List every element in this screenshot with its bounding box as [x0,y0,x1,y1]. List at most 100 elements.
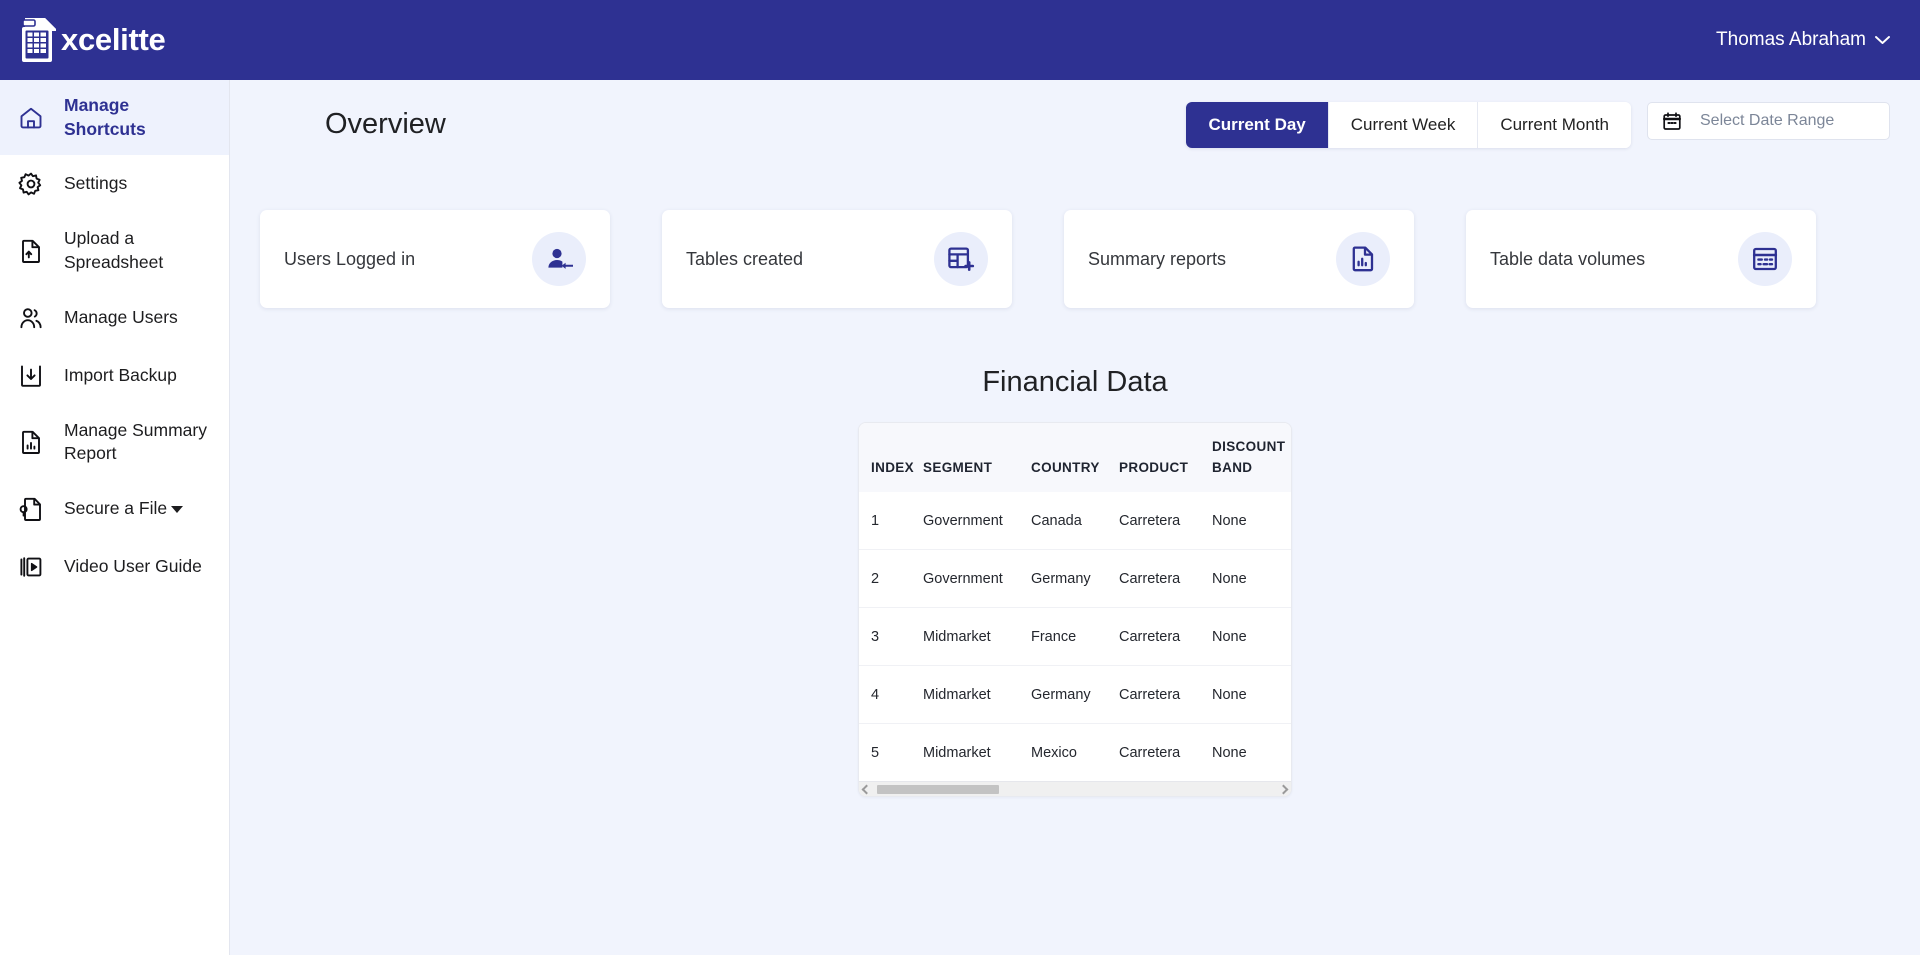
sidebar-item-manage-users[interactable]: Manage Users [0,289,229,347]
financial-data-table-container: INDEX SEGMENT COUNTRY PRODUCT DISCOUNT B… [858,422,1292,797]
cell-segment: Government [923,512,1003,529]
table-horizontal-scrollbar[interactable] [859,780,1291,796]
cell-index: 1 [871,512,880,529]
table-row[interactable]: 2 Government Germany Carretera None [859,548,1291,608]
sidebar-item-label: Manage Summary Report [64,419,207,464]
date-range-picker[interactable]: Select Date Range [1647,102,1890,140]
stat-card-tables-created[interactable]: Tables created [662,210,1012,308]
table-body: 1 Government Canada Carretera None 2 Gov… [859,492,1291,781]
column-header-country[interactable]: COUNTRY [1031,423,1119,492]
cell-product: Carretera [1119,548,1212,608]
cell-index: 5 [859,722,923,781]
sidebar-item-manage-summary-report[interactable]: Manage Summary Report [0,405,229,480]
sidebar-item-label: Import Backup [64,364,177,385]
cell-product: Carretera [1119,512,1181,529]
stat-card-table-data-volumes[interactable]: Table data volumes [1466,210,1816,308]
sidebar-item-label: Manage Shortcuts [64,95,146,139]
cell-country: France [1031,606,1119,666]
cell-country: Mexico [1031,722,1119,781]
sidebar-item-label: Secure a File [64,497,184,521]
stat-card-label: Summary reports [1088,248,1227,269]
table-head: INDEX SEGMENT COUNTRY PRODUCT DISCOUNT B… [859,423,1291,492]
stat-card-summary-reports[interactable]: Summary reports [1064,210,1414,308]
sidebar-item-label: Manage Users [64,306,178,327]
chevron-down-icon[interactable] [171,505,184,513]
cell-index: 3 [859,606,923,666]
sidebar-item-secure-a-file[interactable]: Secure a File [0,480,229,538]
tab-current-month[interactable]: Current Month [1478,102,1631,148]
table-row[interactable]: 3 Midmarket France Carretera None [859,606,1291,666]
sidebar-item-label: Settings [64,173,128,194]
cell-discount-band: None [1212,664,1291,724]
financial-data-table: INDEX SEGMENT COUNTRY PRODUCT DISCOUNT B… [859,423,1291,781]
table-row[interactable]: 5 Midmarket Mexico Carretera None [859,722,1291,781]
sidebar-item-label: Video User Guide [64,555,202,576]
column-header-discount-band[interactable]: DISCOUNT BAND [1212,423,1291,492]
column-header-product[interactable]: PRODUCT [1119,423,1212,492]
brand-name: xcelitte [61,22,166,57]
home-icon [18,105,44,131]
user-menu[interactable]: Thomas Abraham [1712,23,1894,57]
scroll-left-arrow-icon[interactable] [861,784,872,795]
user-menu-label: Thomas Abraham [1716,29,1866,50]
file-upload-icon [18,238,44,264]
user-add-icon [532,232,586,286]
table-row[interactable]: 1 Government Canada Carretera None [859,492,1291,550]
stat-card-row: Users Logged in Tables created Summary r… [230,148,1920,308]
cell-country: Germany [1031,664,1119,724]
gear-icon [18,171,44,197]
stat-card-label: Users Logged in [284,248,416,269]
sidebar-item-upload-a-spreadsheet[interactable]: Upload a Spreadsheet [0,213,229,288]
scrollbar-thumb[interactable] [877,784,999,794]
column-header-segment[interactable]: SEGMENT [923,423,1031,492]
users-icon [18,305,44,331]
top-header-bar: xcelitte Thomas Abraham [0,0,1920,80]
sidebar-item-manage-shortcuts[interactable]: Manage Shortcuts [0,80,229,156]
sidebar: Manage Shortcuts Settings Upload a Sprea… [0,80,230,955]
cell-discount-band: None [1212,548,1291,608]
cell-discount-band: None [1212,512,1247,529]
stat-card-users-logged-in[interactable]: Users Logged in [260,210,610,308]
file-bar-chart-icon [1336,232,1390,286]
cell-segment: Midmarket [923,664,1031,724]
date-range-tab-group: Current Day Current Week Current Month [1186,102,1631,148]
cell-discount-band: None [1212,722,1291,781]
cell-segment: Midmarket [923,722,1031,781]
table-data-icon [1738,232,1792,286]
tab-current-week[interactable]: Current Week [1328,102,1479,148]
video-play-icon [18,554,44,580]
page-title: Overview [325,108,446,140]
table-header-row: INDEX SEGMENT COUNTRY PRODUCT DISCOUNT B… [859,423,1291,492]
sidebar-item-label: Upload a Spreadsheet [64,228,164,272]
table-row[interactable]: 4 Midmarket Germany Carretera None [859,664,1291,724]
main-content: Overview Current Day Current Week Curren… [230,80,1920,955]
page-header-row: Overview Current Day Current Week Curren… [230,80,1920,148]
cell-index: 4 [859,664,923,724]
table-add-icon [934,232,988,286]
stat-card-label: Table data volumes [1490,248,1646,269]
financial-data-section: Financial Data INDEX SEGMENT COUNTRY PRO… [230,366,1920,797]
brand-logo-area[interactable]: xcelitte [18,15,166,65]
cell-product: Carretera [1119,606,1212,666]
sidebar-item-import-backup[interactable]: Import Backup [0,347,229,405]
column-header-index[interactable]: INDEX [859,423,923,492]
cell-country: Canada [1031,512,1082,529]
table-title: Financial Data [982,366,1168,398]
sidebar-item-settings[interactable]: Settings [0,155,229,213]
sidebar-item-video-user-guide[interactable]: Video User Guide [0,538,229,596]
cell-segment: Midmarket [923,606,1031,666]
tab-current-day[interactable]: Current Day [1186,102,1329,148]
cell-product: Carretera [1119,722,1212,781]
chevron-down-icon [1875,35,1890,45]
cell-index: 2 [859,548,923,608]
stat-card-label: Tables created [686,248,804,269]
date-range-placeholder: Select Date Range [1700,112,1835,129]
cell-country: Germany [1031,548,1119,608]
scroll-right-arrow-icon[interactable] [1278,784,1289,795]
header-controls: Current Day Current Week Current Month S… [1186,102,1890,148]
cell-product: Carretera [1119,664,1212,724]
download-box-icon [18,363,44,389]
spreadsheet-logo-icon [18,15,64,65]
cell-segment: Government [923,548,1031,608]
file-lock-icon [18,496,44,522]
